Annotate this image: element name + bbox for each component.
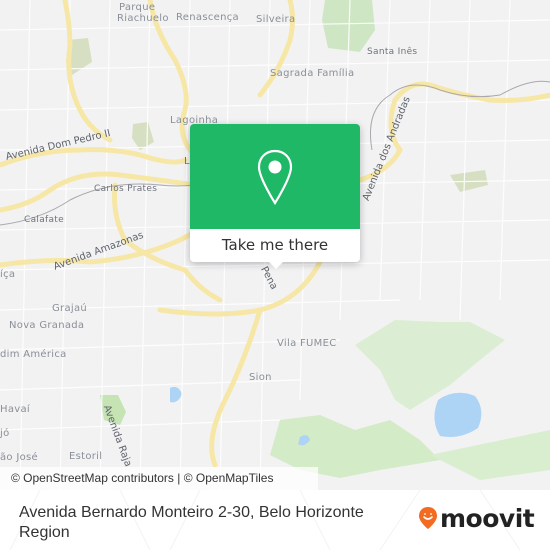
lake bbox=[434, 392, 482, 437]
neighborhood-label: jó bbox=[0, 428, 10, 439]
neighborhood-label: Vila FUMEC bbox=[277, 338, 337, 349]
address-text: Avenida Bernardo Monteiro 2-30, Belo Hor… bbox=[19, 504, 364, 541]
moovit-logo-text: moovit bbox=[440, 503, 535, 533]
map-pin-icon bbox=[257, 149, 293, 206]
map[interactable]: Parque Riachuelo Renascença Silveira San… bbox=[0, 0, 550, 490]
neighborhood-label: Silveira bbox=[256, 14, 296, 25]
park bbox=[355, 320, 505, 410]
neighborhood-label: Estoril bbox=[69, 451, 103, 462]
neighborhood-label: ão José bbox=[0, 452, 38, 463]
popup-tail bbox=[267, 260, 285, 269]
map-attribution[interactable]: © OpenStreetMap contributors | © OpenMap… bbox=[0, 467, 318, 490]
neighborhood-label: íça bbox=[0, 269, 16, 280]
take-me-there-button[interactable]: Take me there bbox=[190, 229, 360, 262]
moovit-pin-icon bbox=[419, 507, 437, 529]
neighborhood-label: Santa Inês bbox=[367, 47, 418, 57]
neighborhood-label: Renascença bbox=[176, 12, 239, 23]
location-popup: Take me there bbox=[190, 124, 360, 269]
popup-header bbox=[190, 124, 360, 229]
moovit-logo[interactable]: moovit bbox=[418, 503, 535, 533]
neighborhood-label: Riachuelo bbox=[117, 13, 169, 24]
neighborhood-label: Sion bbox=[249, 372, 272, 383]
neighborhood-label: Sagrada Família bbox=[270, 68, 355, 79]
park bbox=[132, 122, 154, 150]
lake bbox=[170, 386, 182, 403]
neighborhood-label: dim América bbox=[0, 349, 67, 360]
neighborhood-label: Havaí bbox=[0, 404, 30, 415]
park bbox=[430, 430, 550, 480]
neighborhood-label: L bbox=[184, 156, 190, 167]
neighborhood-label: Calafate bbox=[24, 215, 64, 225]
neighborhood-label: Nova Granada bbox=[9, 320, 85, 331]
neighborhood-label: Carlos Prates bbox=[94, 184, 158, 194]
neighborhood-label: Parque bbox=[119, 2, 156, 13]
neighborhood-label: Grajaú bbox=[52, 303, 88, 314]
